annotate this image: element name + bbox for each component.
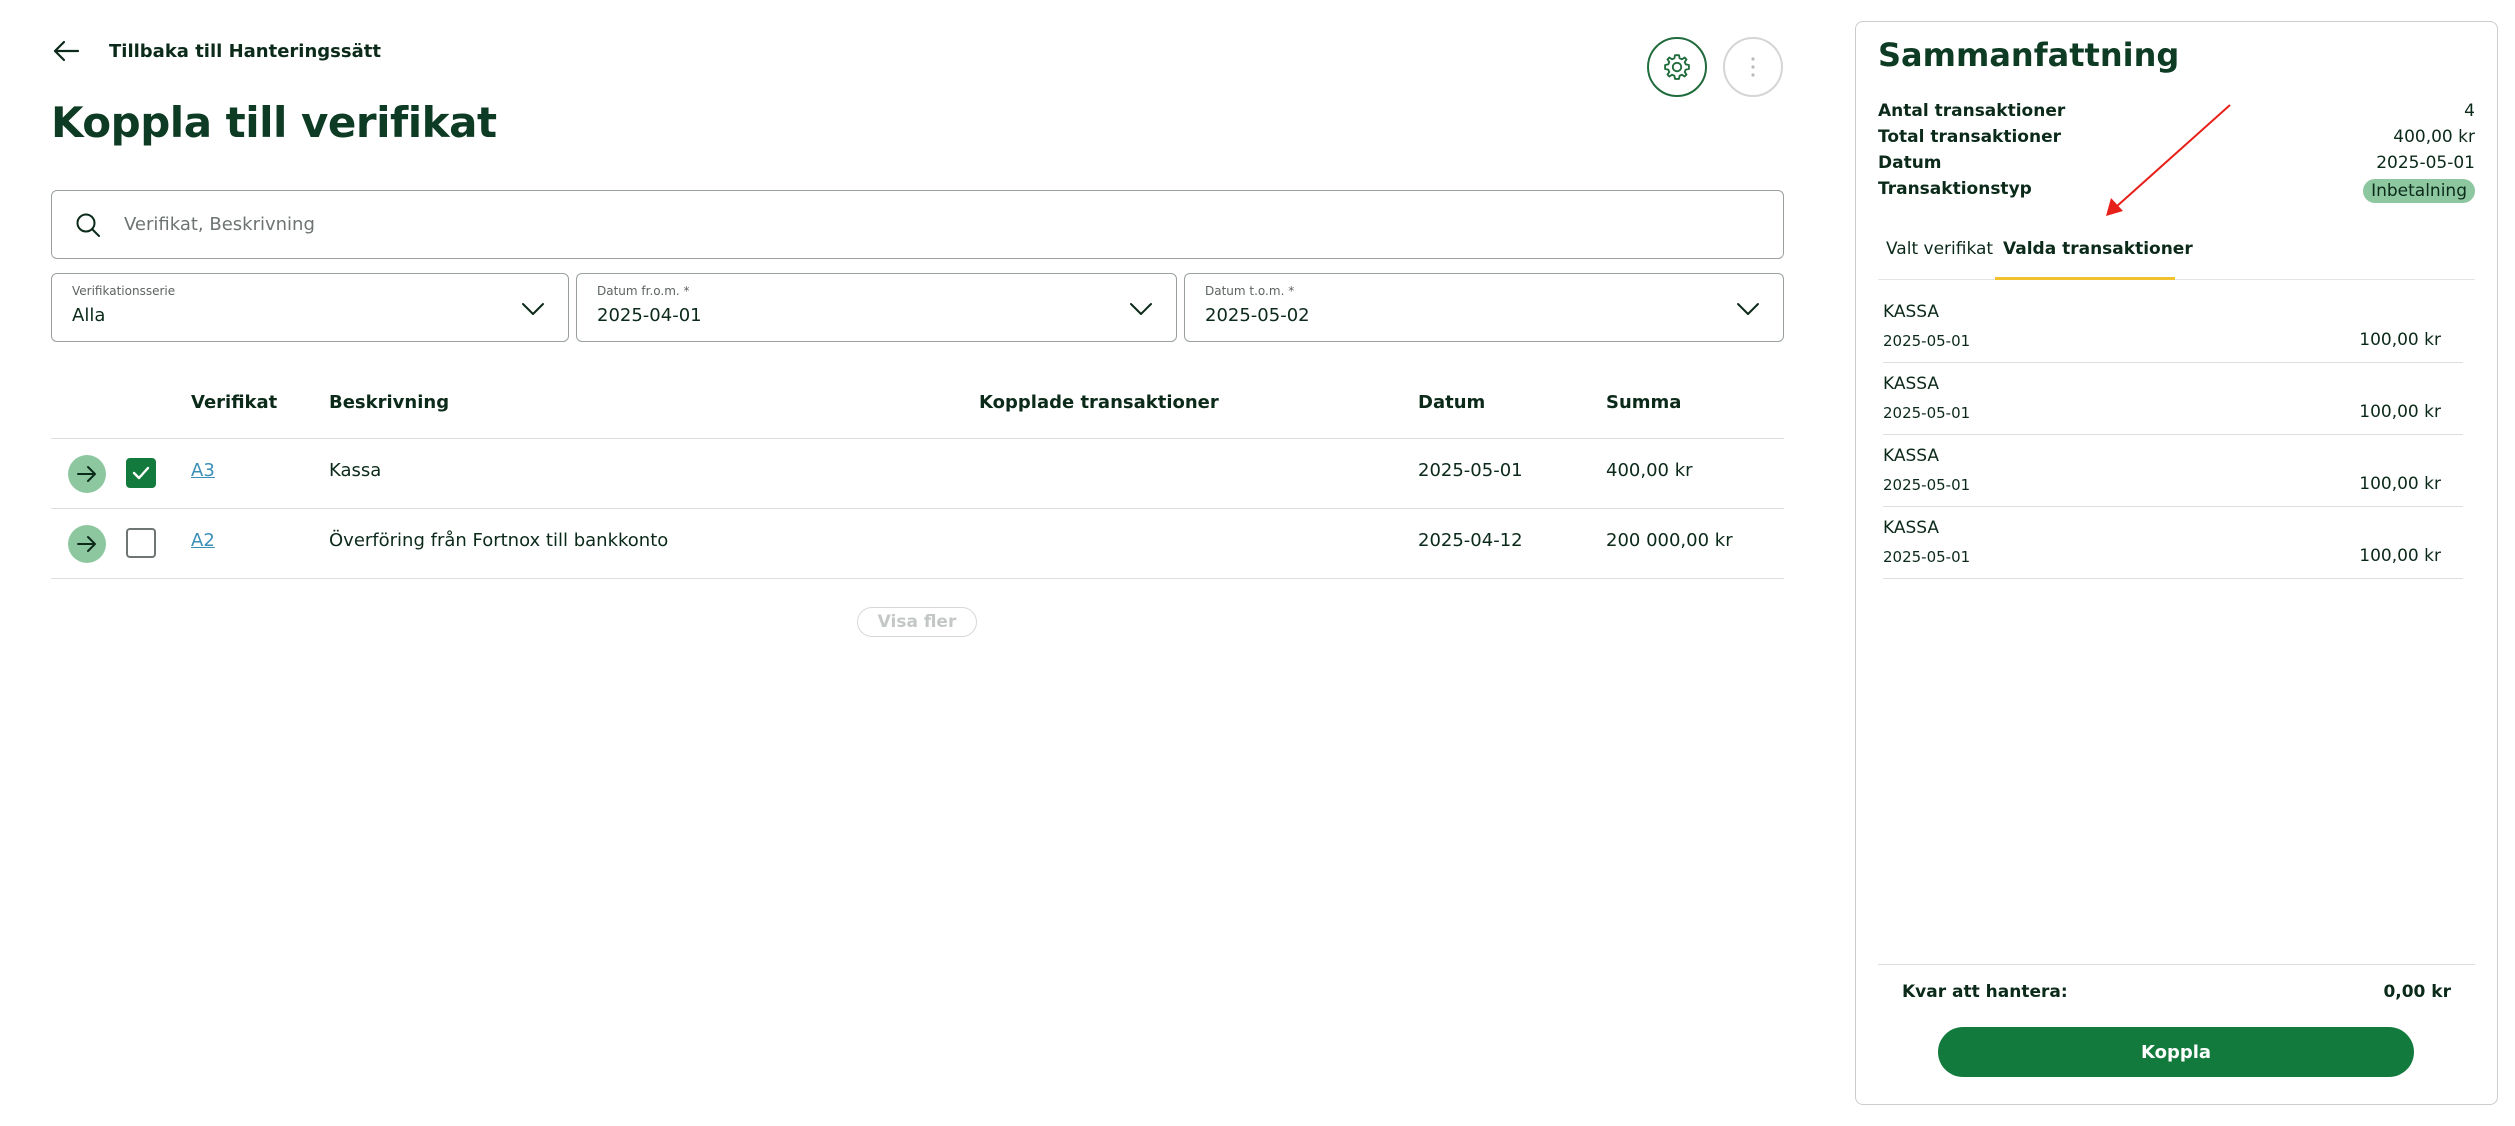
summary-label: Datum [1878, 153, 1942, 173]
active-tab-indicator [1995, 277, 2175, 280]
tab-valt-verifikat[interactable]: Valt verifikat [1886, 239, 1993, 259]
transaction-date: 2025-05-01 [1883, 404, 1971, 422]
table-row[interactable]: A3 Kassa 2025-05-01 400,00 kr [51, 438, 1784, 509]
transaction-item: KASSA 2025-05-01 100,00 kr [1883, 506, 2463, 579]
transaction-date: 2025-05-01 [1883, 476, 1971, 494]
column-header-beskrivning[interactable]: Beskrivning [329, 392, 449, 413]
transaction-date: 2025-05-01 [1883, 332, 1971, 350]
search-icon [76, 213, 100, 237]
arrow-right-icon [77, 536, 96, 552]
settings-button[interactable] [1647, 37, 1707, 97]
summary-row-type: Transaktionstyp Inbetalning [1878, 179, 2475, 205]
remaining-label: Kvar att hantera: [1902, 982, 2068, 1002]
summary-value: 400,00 kr [2393, 127, 2475, 147]
column-header-summa[interactable]: Summa [1606, 392, 1681, 413]
gear-icon [1664, 54, 1690, 80]
main-content: Tillbaka till Hanteringssätt Koppla till… [51, 0, 1784, 1126]
back-link[interactable]: Tillbaka till Hanteringssätt [51, 34, 381, 68]
check-icon [132, 466, 150, 480]
row-checkbox[interactable] [126, 458, 156, 488]
remaining-value: 0,00 kr [2383, 982, 2451, 1002]
page-title: Koppla till verifikat [51, 98, 497, 147]
summary-label: Total transaktioner [1878, 127, 2061, 147]
transaction-name: KASSA [1883, 302, 1940, 322]
transaction-date: 2025-05-01 [1883, 548, 1971, 566]
column-header-kopplade[interactable]: Kopplade transaktioner [979, 392, 1219, 413]
row-checkbox[interactable] [126, 528, 156, 558]
table-header: Verifikat Beskrivning Kopplade transakti… [51, 378, 1784, 439]
summary-value: 2025-05-01 [2376, 153, 2475, 173]
summary-tabs: Valt verifikat Valda transaktioner [1878, 227, 2475, 280]
transaction-item: KASSA 2025-05-01 100,00 kr [1883, 290, 2463, 363]
summary-label: Transaktionstyp [1878, 179, 2032, 199]
row-amount: 400,00 kr [1606, 460, 1693, 481]
chevron-down-icon [1737, 303, 1759, 315]
row-date: 2025-04-12 [1418, 530, 1523, 551]
more-vertical-icon [1751, 57, 1755, 77]
summary-value: 4 [2464, 101, 2475, 121]
date-to-value: 2025-05-02 [1205, 305, 1310, 326]
show-more-button[interactable]: Visa fler [857, 607, 977, 637]
footer-divider [1878, 964, 2475, 965]
date-from-label: Datum fr.o.m. * [597, 284, 690, 298]
date-from-value: 2025-04-01 [597, 305, 702, 326]
row-open-button[interactable] [68, 525, 106, 563]
transaction-amount: 100,00 kr [2359, 474, 2441, 494]
series-select-label: Verifikationsserie [72, 284, 176, 298]
chevron-down-icon [1130, 303, 1152, 315]
column-header-datum[interactable]: Datum [1418, 392, 1485, 413]
search-box[interactable] [51, 190, 1784, 259]
chevron-down-icon [522, 303, 544, 315]
back-arrow-icon[interactable] [51, 36, 81, 66]
transaction-name: KASSA [1883, 374, 1940, 394]
transaction-item: KASSA 2025-05-01 100,00 kr [1883, 362, 2463, 435]
transaction-amount: 100,00 kr [2359, 402, 2441, 422]
date-from-select[interactable]: Datum fr.o.m. * 2025-04-01 [576, 273, 1177, 342]
transaction-amount: 100,00 kr [2359, 546, 2441, 566]
row-date: 2025-05-01 [1418, 460, 1523, 481]
verifikat-link[interactable]: A3 [191, 460, 215, 481]
summary-row-date: Datum 2025-05-01 [1878, 153, 2475, 179]
transaction-amount: 100,00 kr [2359, 330, 2441, 350]
tab-valda-transaktioner[interactable]: Valda transaktioner [2003, 239, 2193, 259]
table-row[interactable]: A2 Överföring från Fortnox till bankkont… [51, 508, 1784, 579]
summary-panel: Sammanfattning Antal transaktioner 4 Tot… [1855, 21, 2498, 1105]
transaction-item: KASSA 2025-05-01 100,00 kr [1883, 434, 2463, 507]
transaction-type-badge: Inbetalning [2363, 179, 2475, 203]
more-options-button[interactable] [1723, 37, 1783, 97]
arrow-right-icon [77, 466, 96, 482]
series-select-value: Alla [72, 305, 106, 326]
summary-title: Sammanfattning [1878, 36, 2180, 74]
date-to-label: Datum t.o.m. * [1205, 284, 1295, 298]
summary-row-total: Total transaktioner 400,00 kr [1878, 127, 2475, 153]
date-to-select[interactable]: Datum t.o.m. * 2025-05-02 [1184, 273, 1784, 342]
transaction-name: KASSA [1883, 518, 1940, 538]
search-input[interactable] [122, 213, 1626, 236]
row-open-button[interactable] [68, 455, 106, 493]
transaction-name: KASSA [1883, 446, 1940, 466]
row-description: Överföring från Fortnox till bankkonto [329, 530, 669, 551]
verifikat-link[interactable]: A2 [191, 530, 215, 551]
summary-row-count: Antal transaktioner 4 [1878, 101, 2475, 127]
row-description: Kassa [329, 460, 382, 481]
summary-label: Antal transaktioner [1878, 101, 2066, 121]
column-header-verifikat[interactable]: Verifikat [191, 392, 277, 413]
back-link-label[interactable]: Tillbaka till Hanteringssätt [109, 41, 381, 62]
row-amount: 200 000,00 kr [1606, 530, 1733, 551]
connect-button[interactable]: Koppla [1938, 1027, 2414, 1077]
series-select[interactable]: Verifikationsserie Alla [51, 273, 569, 342]
